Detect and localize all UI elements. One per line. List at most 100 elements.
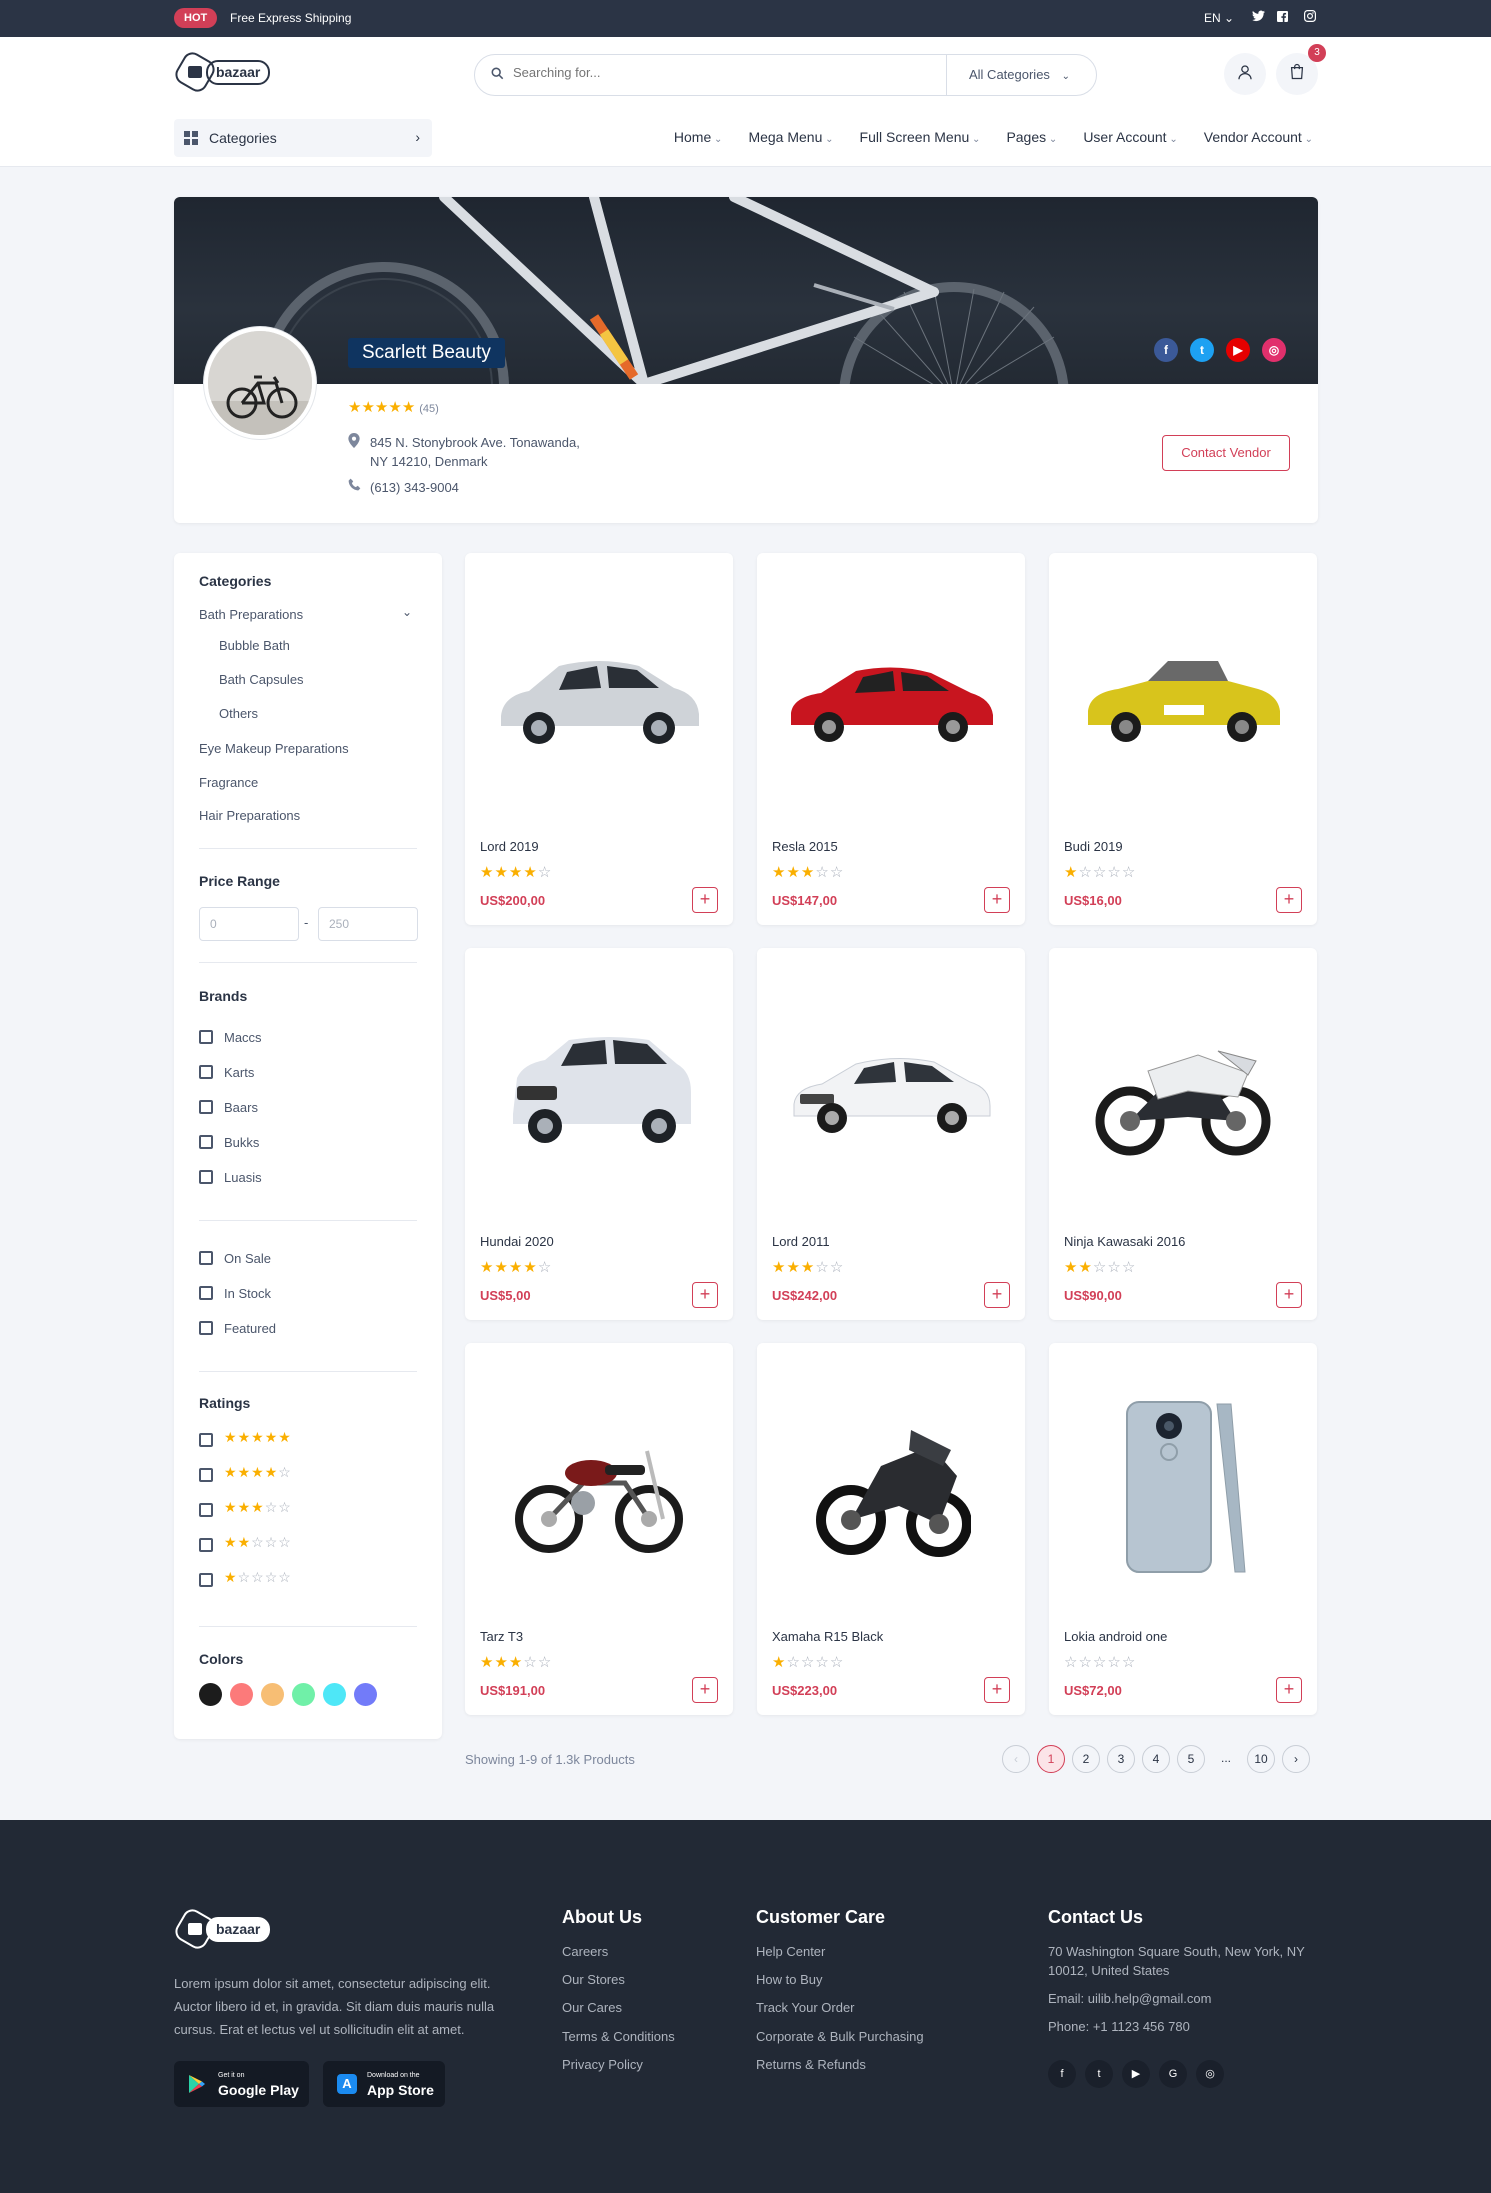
page-button[interactable]: 3 (1107, 1745, 1135, 1773)
brand-checkbox[interactable] (199, 1135, 213, 1149)
add-to-cart-button[interactable]: + (1276, 1282, 1302, 1308)
featured-checkbox[interactable] (199, 1321, 213, 1335)
product-name[interactable]: Ninja Kawasaki 2016 (1064, 1234, 1185, 1249)
product-card[interactable]: Budi 2019 ★☆☆☆☆ US$16,00 + (1049, 553, 1317, 925)
product-card[interactable]: Resla 2015 ★★★☆☆ US$147,00 + (757, 553, 1025, 925)
chevron-down-icon[interactable]: ⌄ (402, 605, 412, 619)
page-button[interactable]: 4 (1142, 1745, 1170, 1773)
add-to-cart-button[interactable]: + (984, 1677, 1010, 1703)
nav-item-full-screen-menu[interactable]: Full Screen Menu (860, 129, 981, 145)
nav-item-user-account[interactable]: User Account (1083, 129, 1177, 145)
search-category-select[interactable]: All Categories ⌄ (946, 55, 1096, 95)
logo[interactable]: bazaar (171, 48, 271, 96)
footer-link[interactable]: How to Buy (756, 1972, 822, 1987)
facebook-icon[interactable]: f (1154, 338, 1178, 362)
footer-link[interactable]: Track Your Order (756, 2000, 855, 2015)
add-to-cart-button[interactable]: + (1276, 887, 1302, 913)
instagram-icon[interactable]: ◎ (1262, 338, 1286, 362)
twitter-icon[interactable] (1250, 10, 1266, 26)
page-button[interactable]: 5 (1177, 1745, 1205, 1773)
app-store-button[interactable]: A Download on the App Store (323, 2061, 445, 2107)
rating-checkbox[interactable] (199, 1433, 213, 1447)
product-card[interactable]: Lord 2011 ★★★☆☆ US$242,00 + (757, 948, 1025, 1320)
twitter-icon[interactable]: t (1190, 338, 1214, 362)
page-button[interactable]: 2 (1072, 1745, 1100, 1773)
next-page-button[interactable]: › (1282, 1745, 1310, 1773)
product-card[interactable]: Tarz T3 ★★★☆☆ US$191,00 + (465, 1343, 733, 1715)
add-to-cart-button[interactable]: + (692, 1282, 718, 1308)
twitter-icon[interactable]: t (1085, 2060, 1113, 2088)
category-item[interactable]: Fragrance (199, 775, 258, 790)
price-max-input[interactable]: 250 (318, 907, 418, 941)
footer-link[interactable]: Our Cares (562, 2000, 622, 2015)
facebook-icon[interactable]: f (1048, 2060, 1076, 2088)
product-name[interactable]: Xamaha R15 Black (772, 1629, 883, 1644)
product-card[interactable]: Lokia android one ☆☆☆☆☆ US$72,00 + (1049, 1343, 1317, 1715)
color-swatch[interactable] (354, 1683, 377, 1706)
footer-link[interactable]: Help Center (756, 1944, 825, 1959)
footer-link[interactable]: Terms & Conditions (562, 2029, 675, 2044)
add-to-cart-button[interactable]: + (692, 1677, 718, 1703)
product-card[interactable]: Hundai 2020 ★★★★☆ US$5,00 + (465, 948, 733, 1320)
category-item[interactable]: Hair Preparations (199, 808, 300, 823)
brand-checkbox[interactable] (199, 1100, 213, 1114)
nav-item-pages[interactable]: Pages (1006, 129, 1057, 145)
brand-checkbox[interactable] (199, 1030, 213, 1044)
subcategory-item[interactable]: Others (219, 706, 258, 721)
google-icon[interactable]: G (1159, 2060, 1187, 2088)
rating-checkbox[interactable] (199, 1503, 213, 1517)
product-name[interactable]: Budi 2019 (1064, 839, 1123, 854)
subcategory-item[interactable]: Bubble Bath (219, 638, 290, 653)
product-name[interactable]: Lokia android one (1064, 1629, 1167, 1644)
facebook-icon[interactable] (1274, 10, 1290, 26)
instagram-icon[interactable]: ◎ (1196, 2060, 1224, 2088)
rating-checkbox[interactable] (199, 1468, 213, 1482)
youtube-icon[interactable]: ▶ (1122, 2060, 1150, 2088)
language-selector[interactable]: EN ⌄ (1204, 11, 1234, 25)
youtube-icon[interactable]: ▶ (1226, 338, 1250, 362)
footer-link[interactable]: Corporate & Bulk Purchasing (756, 2029, 924, 2044)
categories-dropdown-button[interactable]: Categories › (174, 119, 432, 157)
in-stock-checkbox[interactable] (199, 1286, 213, 1300)
add-to-cart-button[interactable]: + (984, 1282, 1010, 1308)
nav-item-mega-menu[interactable]: Mega Menu (748, 129, 833, 145)
category-item[interactable]: Eye Makeup Preparations (199, 741, 349, 756)
color-swatch[interactable] (292, 1683, 315, 1706)
add-to-cart-button[interactable]: + (1276, 1677, 1302, 1703)
page-button[interactable]: 1 (1037, 1745, 1065, 1773)
subcategory-item[interactable]: Bath Capsules (219, 672, 304, 687)
footer-link[interactable]: Privacy Policy (562, 2057, 643, 2072)
product-card[interactable]: Ninja Kawasaki 2016 ★★☆☆☆ US$90,00 + (1049, 948, 1317, 1320)
page-button[interactable]: 10 (1247, 1745, 1275, 1773)
color-swatch[interactable] (261, 1683, 284, 1706)
rating-checkbox[interactable] (199, 1573, 213, 1587)
color-swatch[interactable] (323, 1683, 346, 1706)
instagram-icon[interactable] (1302, 10, 1318, 26)
rating-checkbox[interactable] (199, 1538, 213, 1552)
nav-item-vendor-account[interactable]: Vendor Account (1204, 129, 1313, 145)
product-name[interactable]: Lord 2011 (772, 1234, 830, 1249)
google-play-button[interactable]: Get it on Google Play (174, 2061, 309, 2107)
on-sale-checkbox[interactable] (199, 1251, 213, 1265)
product-name[interactable]: Hundai 2020 (480, 1234, 554, 1249)
product-name[interactable]: Resla 2015 (772, 839, 838, 854)
footer-link[interactable]: Careers (562, 1944, 608, 1959)
user-account-button[interactable] (1224, 53, 1266, 95)
add-to-cart-button[interactable]: + (984, 887, 1010, 913)
brand-checkbox[interactable] (199, 1065, 213, 1079)
footer-logo[interactable]: bazaar (171, 1905, 271, 1953)
prev-page-button[interactable]: ‹ (1002, 1745, 1030, 1773)
price-min-input[interactable]: 0 (199, 907, 299, 941)
add-to-cart-button[interactable]: + (692, 887, 718, 913)
color-swatch[interactable] (199, 1683, 222, 1706)
product-card[interactable]: Lord 2019 ★★★★☆ US$200,00 + (465, 553, 733, 925)
product-name[interactable]: Tarz T3 (480, 1629, 523, 1644)
product-card[interactable]: Xamaha R15 Black ★☆☆☆☆ US$223,00 + (757, 1343, 1025, 1715)
nav-item-home[interactable]: Home (674, 129, 723, 145)
category-item[interactable]: Bath Preparations (199, 607, 303, 622)
contact-vendor-button[interactable]: Contact Vendor (1162, 435, 1290, 471)
brand-checkbox[interactable] (199, 1170, 213, 1184)
product-name[interactable]: Lord 2019 (480, 839, 539, 854)
footer-link[interactable]: Our Stores (562, 1972, 625, 1987)
color-swatch[interactable] (230, 1683, 253, 1706)
